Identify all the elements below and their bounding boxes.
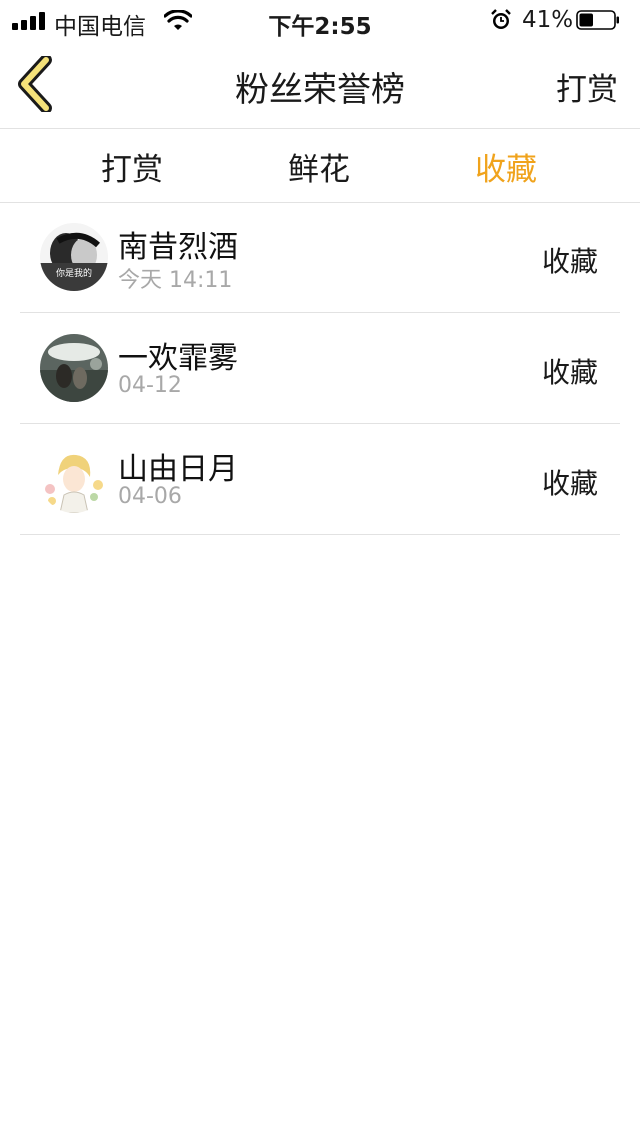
fan-action: 收藏 xyxy=(541,245,598,278)
avatar: 你是我的 xyxy=(40,223,108,291)
fan-date: 04-06 xyxy=(118,484,182,509)
avatar xyxy=(40,445,108,513)
battery-icon xyxy=(576,10,619,30)
fan-action: 收藏 xyxy=(541,356,598,389)
battery-percent: 41% xyxy=(522,7,574,33)
tab-bar: 打赏 鲜花 收藏 xyxy=(0,128,640,203)
fan-date: 04-12 xyxy=(118,373,182,398)
page-title: 粉丝荣誉榜 xyxy=(235,70,405,110)
fan-name: 南昔烈酒 xyxy=(118,230,238,265)
tab-flowers[interactable]: 鲜花 xyxy=(249,144,389,189)
tab-favorites[interactable]: 收藏 xyxy=(436,144,576,189)
avatar xyxy=(40,334,108,402)
fan-name: 山由日月 xyxy=(118,452,238,487)
fan-action: 收藏 xyxy=(541,467,598,500)
fan-list: 你是我的 南昔烈酒 今天 14:11 收藏 一欢霏雾 04-12 收藏 山由日月… xyxy=(20,202,620,535)
tab-reward[interactable]: 打赏 xyxy=(62,144,202,189)
list-item[interactable]: 一欢霏雾 04-12 收藏 xyxy=(20,313,620,424)
list-item[interactable]: 山由日月 04-06 收藏 xyxy=(20,424,620,535)
nav-bar: 粉丝荣誉榜 打赏 xyxy=(0,40,640,129)
fan-name: 一欢霏雾 xyxy=(118,341,238,376)
alarm-icon xyxy=(491,9,511,29)
avatar-caption: 你是我的 xyxy=(56,267,92,279)
fan-date: 今天 14:11 xyxy=(118,268,233,293)
reward-button[interactable]: 打赏 xyxy=(556,64,618,109)
list-item[interactable]: 你是我的 南昔烈酒 今天 14:11 收藏 xyxy=(20,202,620,313)
status-bar: 中国电信 下午2:55 41% xyxy=(0,0,640,40)
